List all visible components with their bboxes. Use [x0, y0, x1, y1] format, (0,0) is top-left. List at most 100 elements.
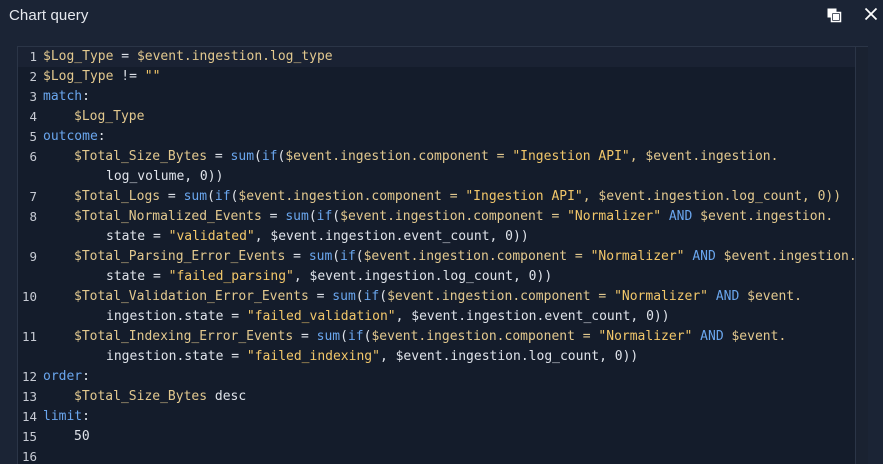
- code-token: if: [316, 209, 333, 224]
- line-number: 4: [29, 109, 37, 124]
- code-token: (: [340, 329, 348, 344]
- code-line[interactable]: 16: [18, 447, 855, 464]
- code-token: $Total_Validation_Error_Events: [74, 289, 309, 304]
- code-token: "validated": [168, 229, 255, 244]
- code-token: outcome: [43, 129, 98, 144]
- code-token: limit: [43, 409, 83, 424]
- close-icon[interactable]: [864, 7, 882, 25]
- code-token: (: [254, 149, 262, 164]
- code-token: :: [82, 369, 90, 384]
- code-token: "Ingestion API": [465, 189, 583, 204]
- code-line[interactable]: 1 $Log_Type = $event.ingestion.log_type: [18, 47, 855, 67]
- code-line[interactable]: 7 $Total_Logs = sum(if($event.ingestion.…: [18, 187, 855, 207]
- code-token: $event.ingestion.component =: [387, 289, 615, 304]
- code-token: if: [261, 149, 278, 164]
- code-token: $Log_Type: [43, 69, 114, 84]
- code-token: =: [261, 209, 286, 224]
- code-line[interactable]: 2 $Log_Type != "": [18, 67, 855, 87]
- code-token: order: [43, 369, 83, 384]
- code-token: AND: [661, 209, 701, 224]
- code-token: $event.ingestion.component =: [340, 209, 568, 224]
- code-token: $Total_Size_Bytes: [74, 389, 208, 404]
- code-token: $Log_Type: [74, 109, 145, 124]
- code-token: if: [340, 249, 356, 264]
- code-line[interactable]: 15 50: [18, 427, 855, 447]
- code-token: :: [97, 129, 106, 144]
- line-number: 10: [21, 289, 37, 304]
- code-line[interactable]: 5 outcome:: [18, 127, 855, 147]
- code-token: $event.ingestion.component =: [363, 249, 591, 264]
- code-token: sum: [230, 149, 255, 164]
- code-token: $Total_Logs: [74, 189, 161, 204]
- code-editor[interactable]: 1 $Log_Type = $event.ingestion.log_type …: [17, 46, 868, 464]
- code-token: $event.ingestion.component =: [371, 329, 599, 344]
- code-token: $event.ingestion.: [700, 209, 834, 224]
- code-token: state =: [106, 269, 169, 284]
- code-lines: 1 $Log_Type = $event.ingestion.log_type …: [18, 47, 857, 464]
- copy-icon[interactable]: [826, 7, 844, 25]
- line-number: 15: [21, 429, 37, 444]
- code-line[interactable]: 4 $Log_Type: [18, 107, 855, 127]
- line-number: 14: [21, 409, 37, 424]
- code-token: =: [285, 249, 309, 264]
- code-line[interactable]: 6 $Total_Size_Bytes = sum(if($event.inge…: [18, 147, 855, 187]
- code-token: $Total_Indexing_Error_Events: [74, 329, 294, 344]
- code-token: (: [355, 249, 364, 264]
- code-token: sum: [183, 189, 208, 204]
- code-token: , $event.ingestion.log_count, 0)): [293, 269, 553, 284]
- line-number: 9: [29, 249, 37, 264]
- line-number: 8: [29, 209, 37, 224]
- code-token: , $event.ingestion.event_count, 0)): [395, 309, 670, 324]
- code-token: "failed_validation": [246, 309, 396, 324]
- code-token: "Normalizer": [567, 209, 662, 224]
- code-token: :: [82, 409, 90, 424]
- code-token: $Total_Parsing_Error_Events: [74, 249, 286, 264]
- code-line[interactable]: 9 $Total_Parsing_Error_Events = sum(if($…: [18, 247, 856, 287]
- code-token: $event.: [747, 289, 802, 304]
- code-token: "Ingestion API": [512, 149, 630, 164]
- code-token: $event.ingestion.component =: [285, 149, 513, 164]
- code-token: 50: [74, 429, 90, 444]
- code-token: "Normalizer": [590, 249, 685, 264]
- code-token: sum: [332, 289, 356, 304]
- code-token: "Normalizer": [598, 329, 693, 344]
- code-token: (: [355, 289, 364, 304]
- code-line[interactable]: 8 $Total_Normalized_Events = sum(if($eve…: [18, 207, 855, 247]
- editor-scrollbar[interactable]: [855, 47, 868, 464]
- code-token: (: [332, 249, 341, 264]
- code-token: , $event.ingestion.event_count, 0)): [254, 229, 529, 244]
- code-line[interactable]: 14 limit:: [18, 407, 855, 427]
- chart-query-dialog: Chart query 1 $Log_Type = $event.ingesti…: [0, 0, 883, 464]
- code-token: =: [293, 329, 317, 344]
- code-token: , $event.ingestion.log_count, 0)): [582, 189, 842, 204]
- code-token: :: [82, 89, 90, 104]
- code-token: !=: [113, 69, 145, 84]
- code-token: if: [363, 289, 380, 304]
- code-token: "failed_indexing": [246, 349, 380, 364]
- code-line[interactable]: 12 order:: [18, 367, 855, 387]
- code-token: (: [308, 209, 317, 224]
- code-token: AND: [692, 329, 732, 344]
- code-token: "": [144, 69, 161, 84]
- code-token: , $event.ingestion.: [629, 149, 779, 164]
- code-token: AND: [708, 289, 748, 304]
- code-token: sum: [316, 329, 341, 344]
- code-token: $Total_Normalized_Events: [74, 209, 262, 224]
- code-token: sum: [308, 249, 333, 264]
- code-token: state =: [106, 229, 169, 244]
- code-token: "failed_parsing": [168, 269, 294, 284]
- code-line[interactable]: 3 match:: [18, 87, 855, 107]
- code-token: AND: [684, 249, 724, 264]
- code-token: if: [214, 189, 231, 204]
- code-line[interactable]: 11 $Total_Indexing_Error_Events = sum(if…: [18, 327, 855, 367]
- code-token: =: [207, 149, 231, 164]
- line-number: 2: [29, 69, 37, 84]
- line-number: 12: [21, 369, 37, 384]
- code-line[interactable]: 13 $Total_Size_Bytes desc: [18, 387, 855, 407]
- line-number: 16: [21, 449, 37, 464]
- code-token: =: [160, 189, 184, 204]
- code-line[interactable]: 10 $Total_Validation_Error_Events = sum(…: [18, 287, 855, 327]
- code-token: (: [207, 189, 215, 204]
- code-token: sum: [285, 209, 309, 224]
- code-token: ingestion.state =: [106, 309, 247, 324]
